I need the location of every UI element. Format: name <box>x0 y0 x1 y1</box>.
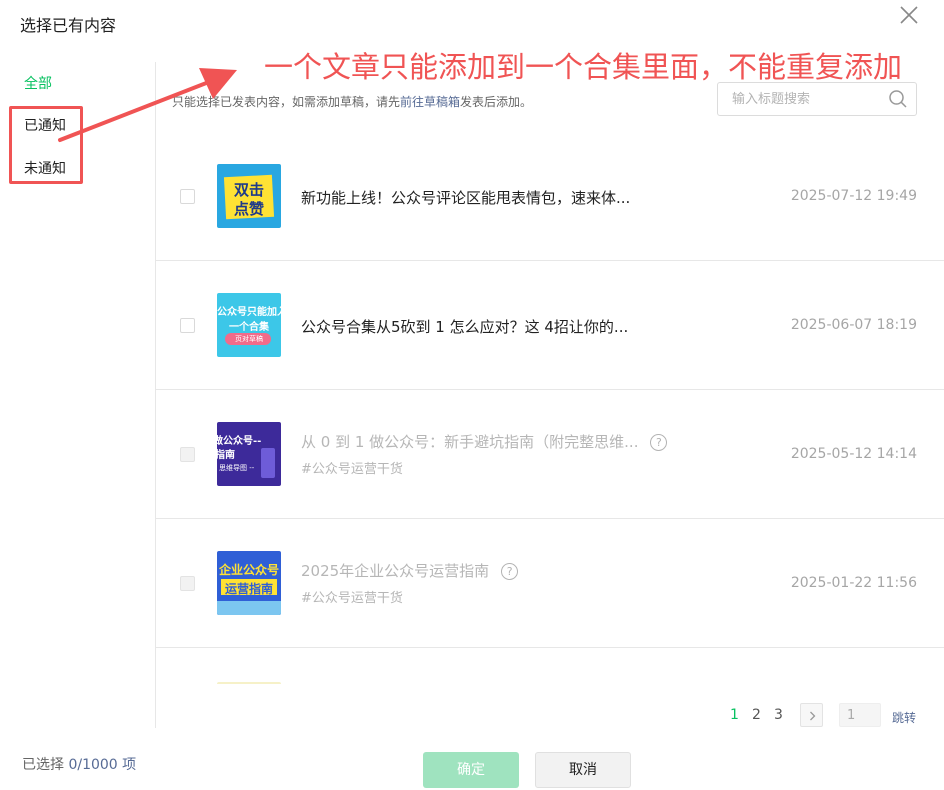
article-tag: #公众号运营干货 <box>301 591 403 606</box>
article-title: 新功能上线！公众号评论区能甩表情包，速来体... <box>301 189 631 207</box>
close-icon[interactable] <box>898 4 920 26</box>
thumb-text: 运营指南 <box>224 582 273 596</box>
drafts-link[interactable]: 前往草稿箱 <box>400 95 460 109</box>
article-title-text: 从 0 到 1 做公众号：新手避坑指南（附完整思维... <box>301 433 639 451</box>
selected-unit: 项 <box>122 757 137 773</box>
sidebar: 全部 已通知 未通知 <box>0 62 156 728</box>
thumb-text: 双击 <box>233 181 264 199</box>
article-thumbnail: 双击 点赞 <box>217 164 281 228</box>
annotation-text: 一个文章只能添加到一个合集里面，不能重复添加 <box>264 50 903 84</box>
article-date: 2025-01-22 11:56 <box>790 575 917 591</box>
thumb-text: 页对草稿 <box>235 335 263 343</box>
page-3[interactable]: 3 <box>774 707 783 723</box>
article-row: 做公众号-- 指南 思维导图 -- 从 0 到 1 做公众号：新手避坑指南（附完… <box>156 390 944 519</box>
page-1[interactable]: 1 <box>730 707 739 723</box>
article-thumbnail: 公众号只能加入 一个合集 页对草稿 <box>217 293 281 357</box>
chevron-right-icon <box>810 711 816 721</box>
dialog-title: 选择已有内容 <box>20 16 117 35</box>
article-row: 企业公众号 运营指南 2025年企业公众号运营指南? #公众号运营干货 2025… <box>156 519 944 648</box>
thumb-text: 一个合集 <box>229 322 269 333</box>
cancel-button[interactable]: 取消 <box>535 752 631 788</box>
article-thumbnail: 做公众号-- 指南 思维导图 -- <box>217 422 281 486</box>
sidebar-item-not-notified[interactable]: 未通知 <box>24 158 66 178</box>
page-2[interactable]: 2 <box>752 707 761 723</box>
thumb-text: 企业公众号 <box>218 563 279 577</box>
confirm-button[interactable]: 确定 <box>423 752 519 788</box>
tip-text-end: 发表后添加。 <box>460 95 533 109</box>
publish-tip: 只能选择已发表内容，如需添加草稿，请先前往草稿箱发表后添加。 <box>172 93 532 110</box>
article-date: 2025-06-07 18:19 <box>790 317 917 333</box>
article-row[interactable]: 公众号只能加入 一个合集 页对草稿 公众号合集从5砍到 1 怎么应对？这 4招让… <box>156 261 944 390</box>
article-thumbnail: 企业公众号 运营指南 <box>217 551 281 615</box>
page-jump-button[interactable]: 跳转 <box>892 709 916 726</box>
selected-label: 已选择 <box>22 757 64 773</box>
next-page-button[interactable] <box>800 703 823 727</box>
search-input[interactable] <box>718 83 886 115</box>
article-title: 2025年企业公众号运营指南? <box>301 560 519 581</box>
help-icon[interactable]: ? <box>501 563 519 580</box>
article-row-partial <box>156 648 944 684</box>
article-date: 2025-05-12 14:14 <box>790 446 917 462</box>
selected-value: 0/1000 <box>68 757 118 773</box>
search-icon[interactable] <box>888 89 908 109</box>
tip-text: 只能选择已发表内容，如需添加草稿，请先 <box>172 95 401 109</box>
article-title: 从 0 到 1 做公众号：新手避坑指南（附完整思维...? <box>301 431 668 452</box>
article-checkbox[interactable] <box>180 318 195 333</box>
thumb-text: 做公众号-- <box>217 436 262 447</box>
search-box <box>717 82 917 116</box>
article-checkbox[interactable] <box>180 189 195 204</box>
article-list: 双击 点赞 新功能上线！公众号评论区能甩表情包，速来体... 2025-07-1… <box>156 132 944 684</box>
article-title-text: 2025年企业公众号运营指南 <box>301 562 490 580</box>
article-checkbox <box>180 576 195 591</box>
sidebar-item-all[interactable]: 全部 <box>24 73 52 93</box>
selected-count: 已选择 0/1000 项 <box>22 754 136 774</box>
article-checkbox <box>180 447 195 462</box>
thumb-text: 点赞 <box>233 200 264 218</box>
help-icon[interactable]: ? <box>650 434 668 451</box>
article-tag: #公众号运营干货 <box>301 462 403 477</box>
article-row[interactable]: 双击 点赞 新功能上线！公众号评论区能甩表情包，速来体... 2025-07-1… <box>156 132 944 261</box>
thumb-text: 公众号只能加入 <box>217 307 281 318</box>
article-title: 公众号合集从5砍到 1 怎么应对？这 4招让你的... <box>301 318 629 336</box>
sidebar-item-notified[interactable]: 已通知 <box>24 115 66 135</box>
article-date: 2025-07-12 19:49 <box>790 188 917 204</box>
page-jump-input[interactable] <box>839 703 881 727</box>
article-thumbnail <box>217 682 281 684</box>
